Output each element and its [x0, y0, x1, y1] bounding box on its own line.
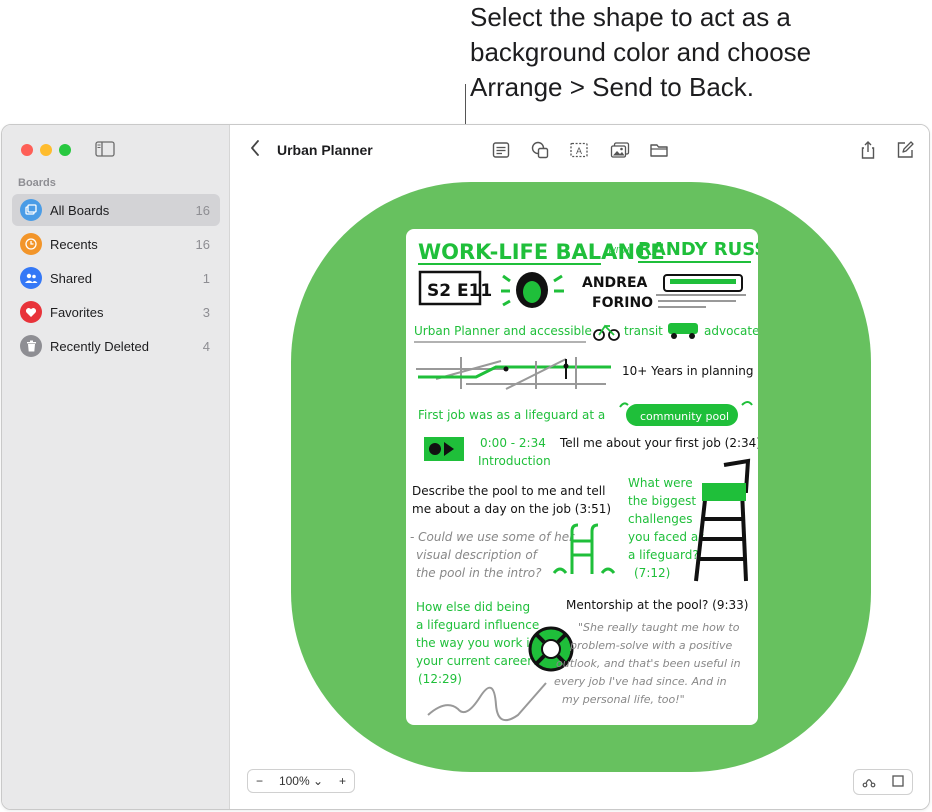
sidebar-item-label: All Boards — [50, 202, 110, 218]
card-role-a: Urban Planner and accessible — [414, 324, 592, 338]
sidebar-item-count: 16 — [195, 236, 210, 252]
shapes-icon[interactable] — [530, 140, 550, 160]
chevron-down-icon: ⌄ — [312, 774, 324, 788]
card-q4b: a lifeguard influence — [416, 618, 539, 632]
card-q3d: you faced as — [628, 530, 704, 544]
card-guest-first: ANDREA — [582, 275, 648, 291]
zoom-level-value: 100% — [278, 774, 310, 788]
clock-icon — [20, 233, 42, 255]
car-icon — [668, 323, 698, 339]
card-years: 10+ Years in planning — [622, 364, 753, 378]
sidebar-item-count: 1 — [202, 270, 210, 286]
train-icon — [656, 274, 746, 308]
card-time-intro: 0:00 - 2:34 — [480, 436, 546, 450]
card-q3a: What were — [628, 476, 693, 490]
card-quote-a: "She really taught me how to — [578, 621, 740, 634]
card-q3c: challenges — [628, 512, 692, 526]
sidebar-item-count: 3 — [202, 304, 210, 320]
compose-icon[interactable] — [895, 140, 915, 160]
sidebar-item-count: 4 — [202, 338, 210, 354]
back-button[interactable] — [249, 139, 265, 159]
sidebar-item-label: Shared — [50, 270, 92, 286]
media-icon[interactable] — [610, 140, 630, 160]
card-note1c: the pool in the intro? — [416, 566, 542, 580]
card-role-c: advocate — [704, 324, 758, 338]
card-intro: Introduction — [478, 454, 551, 468]
callout-line-3: Arrange > Send to Back. — [470, 72, 755, 102]
sidebar-item-label: Favorites — [50, 304, 104, 320]
text-box-icon[interactable]: A — [569, 140, 589, 160]
card-guest-last: FORINO — [592, 295, 653, 311]
card-quote-e: my personal life, too!" — [562, 693, 685, 706]
card-q4e: (12:29) — [418, 672, 462, 686]
sidebar-section-label: Boards — [18, 177, 56, 189]
card-q3b: the biggest — [628, 494, 696, 508]
fit-board-button[interactable] — [883, 774, 912, 790]
card-q2b: me about a day on the job (3:51) — [412, 502, 611, 516]
card-quote-c: outlook, and that's been useful in — [556, 657, 741, 670]
minimize-window-button[interactable] — [40, 144, 52, 156]
sidebar-item-favorites[interactable]: Favorites 3 — [12, 296, 220, 328]
svg-text:A: A — [576, 146, 582, 156]
lifeguard-chair-icon — [694, 458, 751, 582]
zoom-out-button[interactable]: − — [256, 774, 263, 788]
square-icon — [891, 774, 904, 787]
card-episode: S2 E11 — [427, 281, 492, 301]
card-first-job-a: First job was as a lifeguard at a — [418, 408, 605, 422]
people-icon — [20, 267, 42, 289]
card-quote-d: every job I've had since. And in — [554, 675, 727, 688]
sidebar-item-recently-deleted[interactable]: Recently Deleted 4 — [12, 330, 220, 362]
sketchnote-image[interactable]: WORK-LIFE BALANCE WITH RANDY RUSSO S2 E1… — [406, 229, 758, 725]
chevron-left-icon — [251, 140, 259, 156]
map-drawing — [416, 357, 611, 390]
connector-tool-button[interactable] — [854, 774, 883, 791]
callout-text: Select the shape to act as a background … — [470, 0, 910, 105]
card-q2a: Describe the pool to me and tell — [412, 484, 605, 498]
card-q3e: a lifeguard? — [628, 548, 699, 562]
freeform-window: Boards All Boards 16 Recents 16 Shared 1 — [1, 124, 930, 810]
card-with: WITH — [608, 246, 629, 255]
card-q4a: How else did being — [416, 600, 530, 614]
card-q4d: your current career? — [416, 654, 539, 668]
board-title: Urban Planner — [277, 142, 373, 158]
sidebar-toggle-icon[interactable] — [95, 141, 115, 157]
card-q5: Mentorship at the pool? (9:33) — [566, 598, 748, 612]
card-note1b: visual description of — [416, 548, 539, 562]
all-boards-icon — [20, 199, 42, 221]
sidebar-item-label: Recents — [50, 236, 98, 252]
sidebar: Boards All Boards 16 Recents 16 Shared 1 — [2, 125, 230, 809]
board-canvas[interactable]: Urban Planner A WORK-LIFE BALANCE WITH R… — [231, 125, 929, 809]
card-role-b: transit — [624, 324, 663, 338]
sidebar-item-count: 16 — [195, 202, 210, 218]
sidebar-item-recents[interactable]: Recents 16 — [12, 228, 220, 260]
zoom-window-button[interactable] — [59, 144, 71, 156]
zoom-level-select[interactable]: 100% ⌄ — [279, 774, 323, 788]
bicycle-icon — [593, 324, 620, 341]
heart-icon — [20, 301, 42, 323]
guest-portrait-icon — [501, 272, 564, 308]
card-host: RANDY RUSSO — [638, 239, 758, 260]
connector-icon — [862, 778, 875, 787]
sketchnote-drawing: WORK-LIFE BALANCE WITH RANDY RUSSO S2 E1… — [410, 239, 758, 722]
zoom-in-button[interactable]: + — [339, 774, 346, 788]
close-window-button[interactable] — [21, 144, 33, 156]
share-icon[interactable] — [858, 140, 878, 160]
zoom-control: − 100% ⌄ + — [247, 769, 355, 793]
card-note1a: - Could we use some of her — [410, 530, 575, 544]
folder-icon[interactable] — [649, 140, 669, 160]
card-q4c: the way you work in — [416, 636, 537, 650]
sidebar-item-shared[interactable]: Shared 1 — [12, 262, 220, 294]
card-first-job-b: community pool — [640, 410, 729, 423]
callout-line-1: Select the shape to act as a — [470, 2, 791, 32]
sidebar-item-label: Recently Deleted — [50, 338, 149, 354]
sidebar-item-all-boards[interactable]: All Boards 16 — [12, 194, 220, 226]
card-quote-b: problem-solve with a positive — [569, 639, 732, 652]
card-q1: Tell me about your first job (2:34) — [559, 436, 758, 450]
sticky-note-icon[interactable] — [491, 140, 511, 160]
card-q3f: (7:12) — [634, 566, 670, 580]
callout-line-2: background color and choose — [470, 37, 812, 67]
trash-icon — [20, 335, 42, 357]
canvas-controls — [853, 769, 913, 795]
